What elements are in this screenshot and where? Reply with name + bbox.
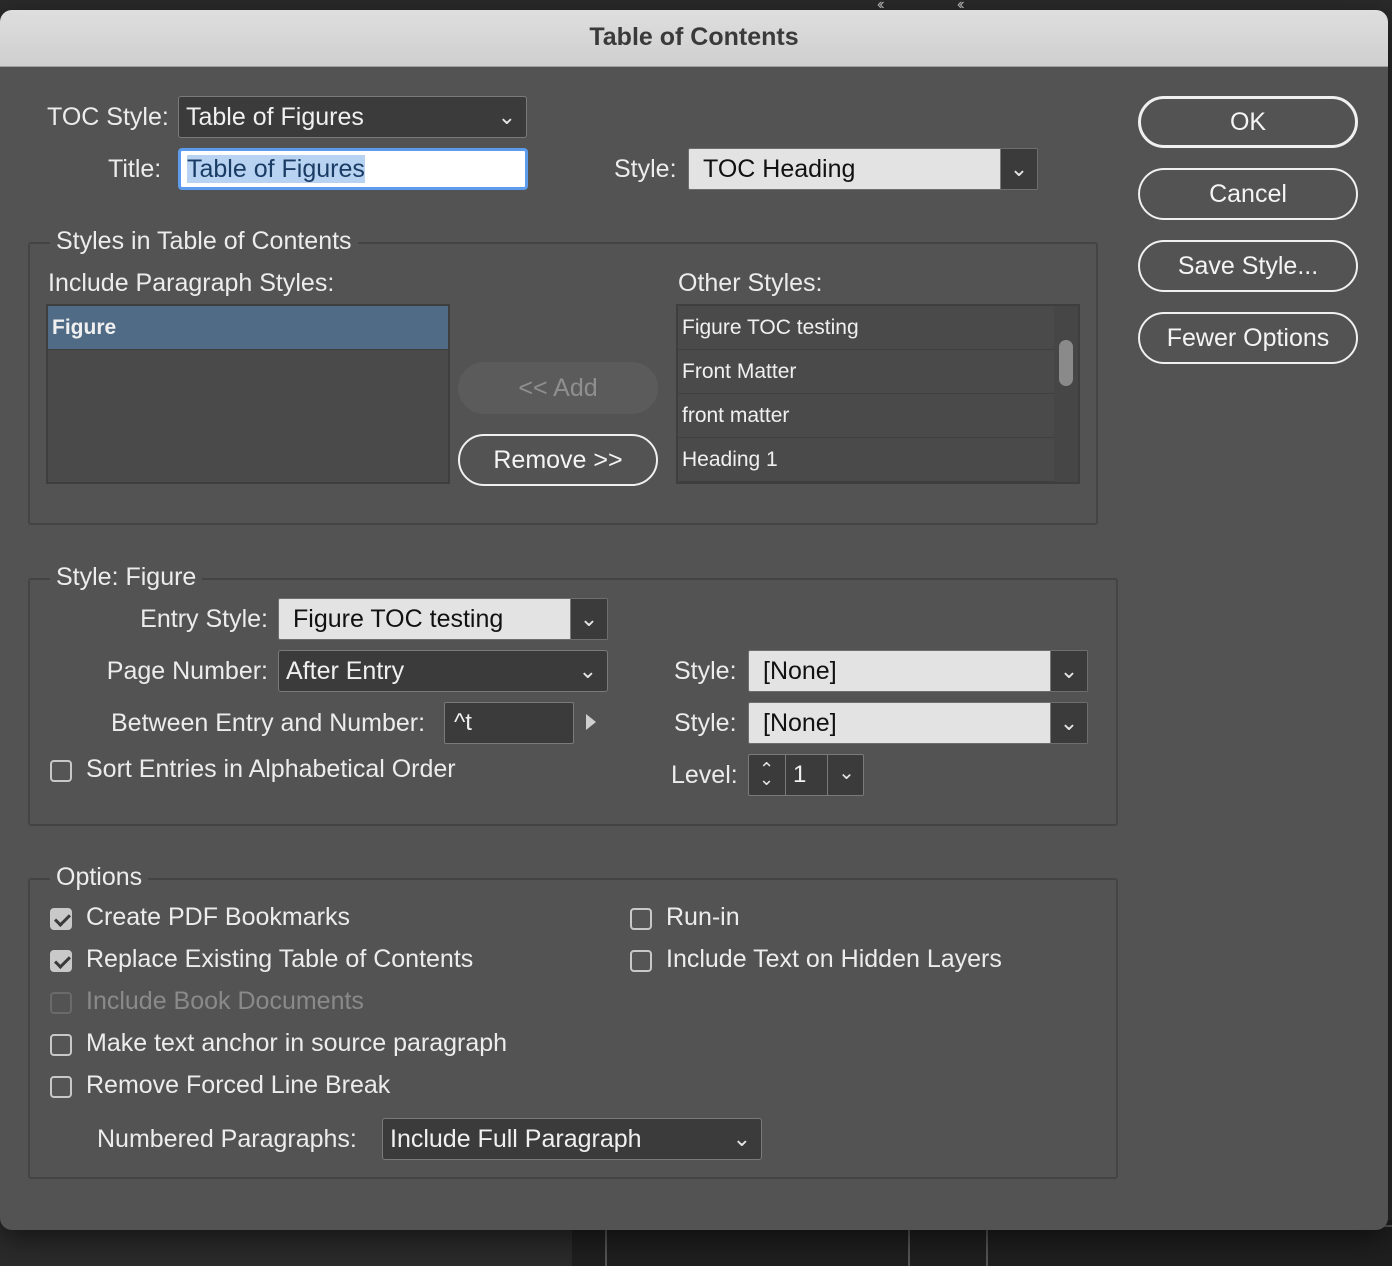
toc-style-value: Table of Figures [186,103,364,131]
level-stepper[interactable]: ⌄ ⌄ 1 ⌄ [748,754,864,796]
add-button[interactable]: << Add [458,362,658,414]
include-styles-list[interactable]: Figure [46,304,450,484]
background-divider [908,1225,910,1266]
numbered-paragraphs-value: Include Full Paragraph [390,1125,642,1153]
title-style-combo[interactable]: TOC Heading ⌄ [688,148,1038,190]
chevron-down-icon[interactable]: ⌄ [759,769,774,790]
entry-style-label: Entry Style: [140,605,268,633]
make-text-anchor-label: Make text anchor in source paragraph [86,1029,508,1057]
sort-alphabetical-label: Sort Entries in Alphabetical Order [86,755,456,783]
numbered-paragraphs-label: Numbered Paragraphs: [97,1125,357,1153]
page-number-style-label: Style: [674,657,737,685]
toc-style-select[interactable]: Table of Figures ⌄ [178,96,527,138]
replace-existing-label: Replace Existing Table of Contents [86,945,474,973]
page-number-style-value: [None] [763,657,837,685]
checkbox-box[interactable] [50,1034,72,1056]
list-item[interactable]: Figure [48,306,448,350]
style-figure-title: Style: Figure [50,563,203,592]
remove-button[interactable]: Remove >> [458,434,658,486]
include-styles-label: Include Paragraph Styles: [48,269,335,297]
chevron-down-icon[interactable]: ⌄ [1000,149,1037,189]
run-in-label: Run-in [666,903,740,931]
numbered-paragraphs-select[interactable]: Include Full Paragraph ⌄ [382,1118,762,1160]
checkbox-box[interactable] [630,908,652,930]
page-number-value: After Entry [286,657,405,685]
other-styles-list[interactable]: Figure TOC testing Front Matter front ma… [676,304,1080,484]
between-entry-label: Between Entry and Number: [111,709,426,737]
cancel-button[interactable]: Cancel [1138,168,1358,220]
title-input-value: Table of Figures [187,155,365,183]
page-number-label: Page Number: [106,657,268,685]
between-style-label: Style: [674,709,737,737]
between-style-combo[interactable]: [None] ⌄ [748,702,1088,744]
save-style-button[interactable]: Save Style... [1138,240,1358,292]
chevron-down-icon[interactable]: ⌄ [1050,651,1087,691]
list-item[interactable]: Figure TOC testing [678,306,1054,350]
scrollbar-thumb[interactable] [1059,340,1073,386]
entry-style-combo[interactable]: Figure TOC testing ⌄ [278,598,608,640]
chevron-down-icon[interactable]: ⌄ [1050,703,1087,743]
checkbox-box[interactable] [50,760,72,782]
dialog-title: Table of Contents [0,10,1388,67]
level-stepper-arrows[interactable]: ⌄ ⌄ [749,755,786,795]
chevron-down-icon[interactable]: ⌄ [570,599,607,639]
create-pdf-bookmarks-label: Create PDF Bookmarks [86,903,350,931]
chevron-down-icon: ⌄ [497,104,516,129]
page-number-style-combo[interactable]: [None] ⌄ [748,650,1088,692]
ok-button[interactable]: OK [1138,96,1358,148]
between-style-value: [None] [763,709,837,737]
play-triangle-icon[interactable] [586,714,596,730]
include-hidden-layers-label: Include Text on Hidden Layers [666,945,1002,973]
background-divider [605,1225,607,1266]
title-style-value: TOC Heading [703,155,856,183]
chevron-down-icon: ⌄ [578,658,597,683]
list-item[interactable]: Heading 1 [678,438,1054,482]
scrollbar[interactable] [1054,306,1078,482]
checkmark-icon[interactable] [50,950,72,972]
include-book-documents-label: Include Book Documents [86,987,364,1015]
level-value[interactable]: 1 [793,755,806,795]
title-style-label: Style: [614,155,677,183]
page-number-select[interactable]: After Entry ⌄ [278,650,608,692]
toc-dialog: Table of Contents TOC Style: Table of Fi… [0,10,1388,1230]
chevron-down-icon[interactable]: ⌄ [827,755,865,795]
fewer-options-button[interactable]: Fewer Options [1138,312,1358,364]
toc-style-label: TOC Style: [47,103,169,131]
checkbox-box[interactable] [50,1076,72,1098]
level-label: Level: [671,761,738,789]
checkbox-box[interactable] [630,950,652,972]
between-entry-input[interactable]: ^t [444,702,574,744]
entry-style-value: Figure TOC testing [293,605,504,633]
list-item[interactable]: Front Matter [678,350,1054,394]
styles-group-title: Styles in Table of Contents [50,227,358,256]
title-input[interactable]: Table of Figures [178,148,528,190]
remove-forced-line-break-label: Remove Forced Line Break [86,1071,391,1099]
checkbox-box[interactable] [50,992,72,1014]
chevron-down-icon: ⌄ [732,1126,751,1151]
options-title: Options [50,863,149,892]
background-divider [986,1225,988,1266]
checkmark-icon[interactable] [50,908,72,930]
title-label: Title: [108,155,162,183]
other-styles-label: Other Styles: [678,269,823,297]
list-item[interactable]: front matter [678,394,1054,438]
